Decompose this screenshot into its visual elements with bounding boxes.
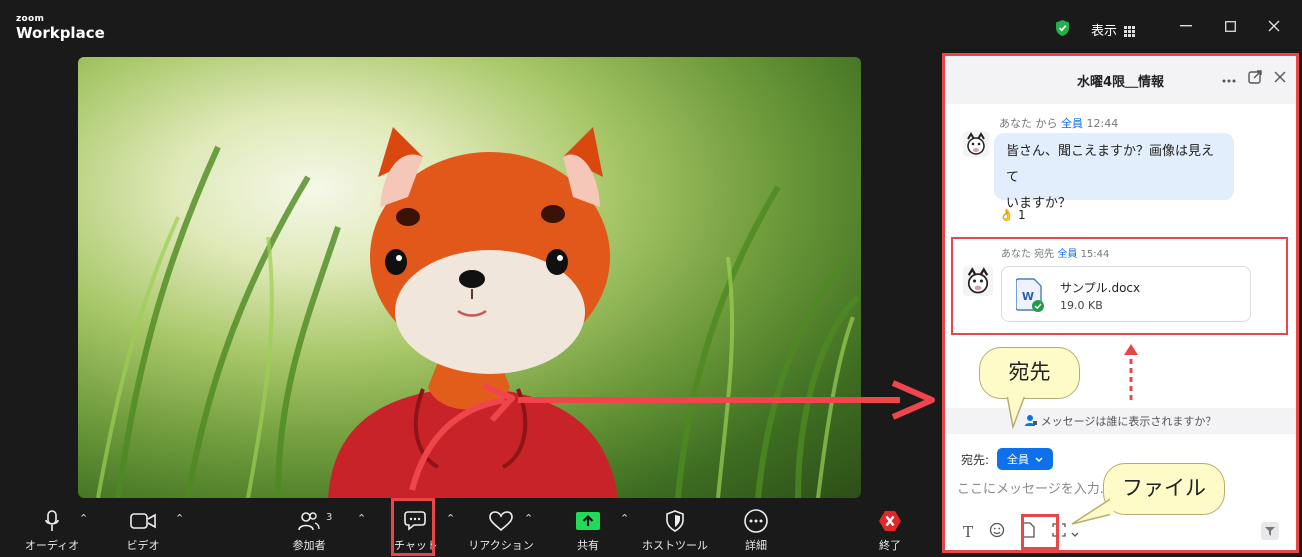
callout-recipient-tail — [1006, 394, 1026, 430]
callout-recipient: 宛先 — [979, 347, 1080, 399]
callout-file: ファイル — [1103, 463, 1225, 515]
callout-file-tail — [1071, 496, 1114, 525]
